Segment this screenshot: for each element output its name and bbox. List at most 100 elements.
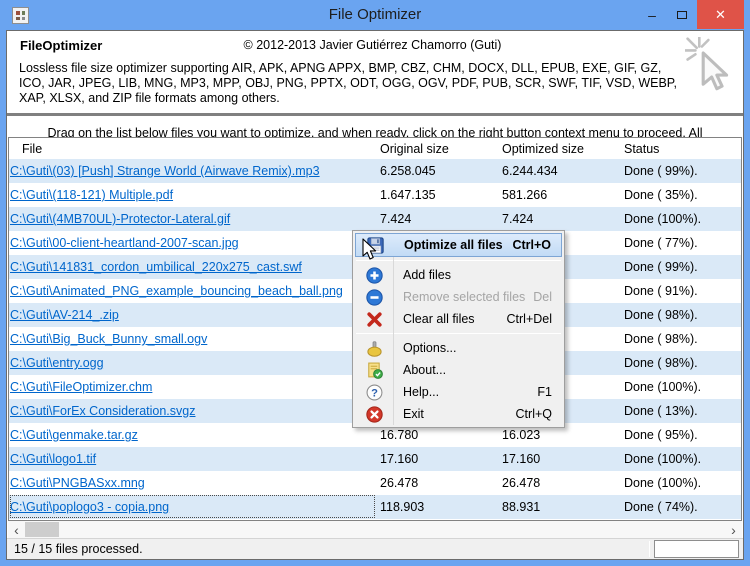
- menu-item-help[interactable]: ?Help...F1: [355, 381, 562, 403]
- menu-item-label: About...: [393, 363, 552, 377]
- file-original-size: 1.647.135: [379, 188, 501, 202]
- file-original-size: 7.424: [379, 212, 501, 226]
- table-row[interactable]: C:\Guti\poplogo3 - copia.png118.90388.93…: [9, 495, 741, 519]
- window: File Optimizer – ✕ FileOptimizer © 2012-…: [0, 0, 750, 566]
- file-original-size: 26.478: [379, 476, 501, 490]
- file-optimized-size: 7.424: [501, 212, 623, 226]
- menu-item-label: Add files: [393, 268, 552, 282]
- header: FileOptimizer © 2012-2013 Javier Gutiérr…: [7, 31, 743, 106]
- table-row[interactable]: C:\Guti\logo1.tif17.16017.160Done (100%)…: [9, 447, 741, 471]
- save-icon: [356, 237, 394, 254]
- table-header-row: File Original size Optimized size Status: [9, 138, 741, 159]
- status-bar: 15 / 15 files processed.: [7, 538, 743, 559]
- menu-item-exit[interactable]: ExitCtrl+Q: [355, 403, 562, 425]
- scroll-left-arrow[interactable]: ‹: [8, 521, 25, 538]
- file-status: Done ( 91%).: [623, 284, 741, 298]
- menu-item-label: Options...: [393, 341, 552, 355]
- file-status: Done (100%).: [623, 212, 741, 226]
- file-optimized-size: 581.266: [501, 188, 623, 202]
- file-optimized-size: 26.478: [501, 476, 623, 490]
- minimize-icon: –: [648, 7, 656, 23]
- maximize-button[interactable]: [667, 0, 697, 29]
- file-original-size: 17.160: [379, 452, 501, 466]
- file-link[interactable]: C:\Guti\PNGBASxx.mng: [10, 476, 145, 490]
- close-button[interactable]: ✕: [697, 0, 744, 29]
- menu-item-shortcut: Ctrl+Del: [507, 312, 563, 326]
- file-optimized-size: 17.160: [501, 452, 623, 466]
- menu-item-options[interactable]: Options...: [355, 337, 562, 359]
- add-icon: [355, 267, 393, 284]
- menu-separator: [356, 260, 561, 261]
- file-status: Done ( 95%).: [623, 428, 741, 442]
- app-name: FileOptimizer: [20, 38, 102, 53]
- file-cell: C:\Guti\PNGBASxx.mng: [9, 476, 379, 490]
- file-link[interactable]: C:\Guti\poplogo3 - copia.png: [10, 500, 169, 514]
- clear-icon: [355, 311, 393, 328]
- menu-separator: [356, 333, 561, 334]
- file-cell: C:\Guti\poplogo3 - copia.png: [9, 500, 379, 514]
- column-header-status[interactable]: Status: [623, 142, 741, 156]
- scroll-right-arrow[interactable]: ›: [725, 521, 742, 538]
- file-link[interactable]: C:\Guti\ForEx Consideration.svgz: [10, 404, 196, 418]
- horizontal-scrollbar[interactable]: ‹ ›: [8, 521, 742, 538]
- file-cell: C:\Guti\(03) [Push] Strange World (Airwa…: [9, 164, 379, 178]
- cursor-logo-icon: [685, 37, 737, 95]
- table-row[interactable]: C:\Guti\PNGBASxx.mng26.47826.478Done (10…: [9, 471, 741, 495]
- menu-item-remove-selected-files: Remove selected filesDel: [355, 286, 562, 308]
- about-icon: [355, 362, 393, 379]
- file-status: Done ( 77%).: [623, 236, 741, 250]
- file-original-size: 118.903: [379, 500, 501, 514]
- column-header-original-size[interactable]: Original size: [379, 142, 501, 156]
- file-cell: C:\Guti\FileOptimizer.chm: [9, 380, 379, 394]
- file-link[interactable]: C:\Guti\Big_Buck_Bunny_small.ogv: [10, 332, 207, 346]
- file-status: Done ( 99%).: [623, 164, 741, 178]
- file-link[interactable]: C:\Guti\logo1.tif: [10, 452, 96, 466]
- menu-item-shortcut: Ctrl+O: [512, 238, 561, 252]
- column-header-file[interactable]: File: [9, 142, 379, 156]
- file-cell: C:\Guti\Big_Buck_Bunny_small.ogv: [9, 332, 379, 346]
- copyright-text: © 2012-2013 Javier Gutiérrez Chamorro (G…: [14, 38, 731, 52]
- svg-text:?: ?: [371, 387, 378, 399]
- file-link[interactable]: C:\Guti\FileOptimizer.chm: [10, 380, 152, 394]
- maximize-icon: [677, 11, 687, 19]
- scrollbar-thumb[interactable]: [25, 522, 59, 537]
- exit-icon: [355, 406, 393, 423]
- table-row[interactable]: C:\Guti\(03) [Push] Strange World (Airwa…: [9, 159, 741, 183]
- file-optimized-size: 16.023: [501, 428, 623, 442]
- menu-item-label: Clear all files: [393, 312, 507, 326]
- options-icon: [355, 340, 393, 357]
- menu-item-shortcut: Del: [533, 290, 562, 304]
- context-menu: Optimize all filesCtrl+O Add files Remove …: [352, 230, 565, 428]
- minimize-button[interactable]: –: [637, 0, 667, 29]
- file-status: Done ( 99%).: [623, 260, 741, 274]
- file-cell: C:\Guti\AV-214_.zip: [9, 308, 379, 322]
- menu-item-about[interactable]: About...: [355, 359, 562, 381]
- table-row[interactable]: C:\Guti\(4MB70UL)-Protector-Lateral.gif 7…: [9, 207, 741, 231]
- file-link[interactable]: C:\Guti\AV-214_.zip: [10, 308, 119, 322]
- file-link[interactable]: C:\Guti\entry.ogg: [10, 356, 104, 370]
- menu-item-add-files[interactable]: Add files: [355, 264, 562, 286]
- file-cell: C:\Guti\logo1.tif: [9, 452, 379, 466]
- file-cell: C:\Guti\genmake.tar.gz: [9, 428, 379, 442]
- file-link[interactable]: C:\Guti\(03) [Push] Strange World (Airwa…: [10, 164, 320, 178]
- help-icon: ?: [355, 384, 393, 401]
- column-header-optimized-size[interactable]: Optimized size: [501, 142, 623, 156]
- file-status: Done (100%).: [623, 380, 741, 394]
- file-original-size: 16.780: [379, 428, 501, 442]
- file-link[interactable]: C:\Guti\00-client-heartland-2007-scan.jp…: [10, 236, 239, 250]
- menu-item-label: Exit: [393, 407, 516, 421]
- file-link[interactable]: C:\Guti\(118-121) Multiple.pdf: [10, 188, 173, 202]
- file-link[interactable]: C:\Guti\141831_cordon_umbilical_220x275_…: [10, 260, 302, 274]
- menu-item-clear-all-files[interactable]: Clear all filesCtrl+Del: [355, 308, 562, 330]
- file-link[interactable]: C:\Guti\genmake.tar.gz: [10, 428, 138, 442]
- file-status: Done ( 13%).: [623, 404, 741, 418]
- menu-item-shortcut: F1: [537, 385, 562, 399]
- menu-item-optimize-all-files[interactable]: Optimize all filesCtrl+O: [355, 233, 562, 257]
- file-cell: C:\Guti\(4MB70UL)-Protector-Lateral.gif: [9, 212, 379, 226]
- table-row[interactable]: C:\Guti\(118-121) Multiple.pdf 1.647.1355…: [9, 183, 741, 207]
- file-link[interactable]: C:\Guti\(4MB70UL)-Protector-Lateral.gif: [10, 212, 230, 226]
- file-link[interactable]: C:\Guti\Animated_PNG_example_bouncing_be…: [10, 284, 343, 298]
- file-status: Done (100%).: [623, 476, 741, 490]
- file-cell: C:\Guti\ForEx Consideration.svgz: [9, 404, 379, 418]
- file-status: Done ( 98%).: [623, 308, 741, 322]
